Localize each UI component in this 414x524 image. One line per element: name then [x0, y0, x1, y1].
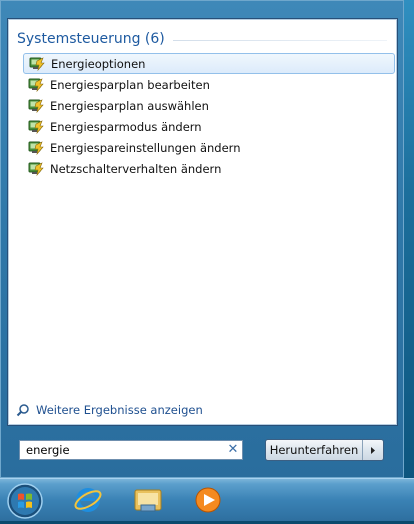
internet-explorer-icon: [74, 488, 102, 512]
result-label: Energiespareinstellungen ändern: [50, 140, 241, 155]
results-group-header: Systemsteuerung (6): [17, 29, 387, 49]
result-label: Energiesparplan bearbeiten: [50, 77, 210, 92]
result-item-netzschalterverhalten-aendern[interactable]: Netzschalterverhalten ändern: [23, 158, 395, 179]
start-menu: Systemsteuerung (6) Energieoptionen Ener…: [0, 0, 404, 478]
desktop-background: [404, 0, 414, 478]
result-label: Energieoptionen: [51, 56, 146, 71]
chevron-right-icon: [371, 446, 375, 454]
power-options-icon: [29, 57, 45, 72]
close-icon[interactable]: ✕: [224, 441, 242, 459]
shutdown-options-button[interactable]: [363, 440, 383, 460]
taskbar-item-internet-explorer[interactable]: [66, 483, 110, 517]
result-item-energieoptionen[interactable]: Energieoptionen: [23, 53, 395, 74]
power-options-icon: [28, 162, 44, 177]
search-results-pane: Systemsteuerung (6) Energieoptionen Ener…: [7, 18, 398, 426]
more-results-link[interactable]: Weitere Ergebnisse anzeigen: [16, 403, 203, 417]
more-results-label: Weitere Ergebnisse anzeigen: [36, 403, 203, 417]
taskbar: [0, 478, 414, 521]
taskbar-item-media-player[interactable]: [186, 483, 230, 517]
taskbar-item-windows-explorer[interactable]: [126, 483, 170, 517]
power-options-icon: [28, 99, 44, 114]
shutdown-button-group: Herunterfahren: [265, 439, 384, 461]
media-player-icon: [195, 487, 221, 513]
results-group-title[interactable]: Systemsteuerung (6): [17, 31, 165, 47]
result-item-energiesparplan-bearbeiten[interactable]: Energiesparplan bearbeiten: [23, 74, 395, 95]
power-options-icon: [28, 120, 44, 135]
results-list: Energieoptionen Energiesparplan bearbeit…: [23, 53, 395, 179]
result-label: Netzschalterverhalten ändern: [50, 161, 222, 176]
result-item-energiesparmodus-aendern[interactable]: Energiesparmodus ändern: [23, 116, 395, 137]
group-divider: [172, 39, 387, 41]
power-options-icon: [28, 141, 44, 156]
magnifier-icon: [16, 404, 29, 417]
result-item-energiespareinstellungen-aendern[interactable]: Energiespareinstellungen ändern: [23, 137, 395, 158]
result-label: Energiesparplan auswählen: [50, 98, 209, 113]
start-button[interactable]: [6, 482, 44, 520]
search-input[interactable]: energie ✕: [19, 440, 243, 460]
windows-explorer-icon: [134, 489, 162, 512]
power-options-icon: [28, 78, 44, 93]
shutdown-button[interactable]: Herunterfahren: [266, 440, 363, 460]
result-label: Energiesparmodus ändern: [50, 119, 202, 134]
search-input-value[interactable]: energie: [20, 443, 224, 457]
result-item-energiesparplan-auswaehlen[interactable]: Energiesparplan auswählen: [23, 95, 395, 116]
start-orb-icon: [7, 483, 43, 519]
